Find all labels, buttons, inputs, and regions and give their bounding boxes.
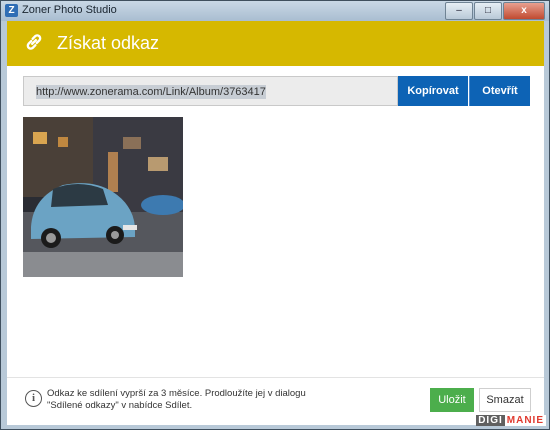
window-titlebar[interactable]: Z Zoner Photo Studio – □ x bbox=[1, 1, 549, 21]
close-button[interactable]: x bbox=[503, 2, 545, 20]
open-button[interactable]: Otevřít bbox=[469, 76, 530, 106]
thumb-window bbox=[33, 132, 47, 144]
thumb-car-hubcap bbox=[46, 233, 56, 243]
thumb-sidewalk bbox=[23, 252, 183, 277]
minimize-button[interactable]: – bbox=[445, 2, 473, 20]
digimanie-watermark: DIGI MANIE bbox=[476, 415, 546, 426]
link-url-text: http://www.zonerama.com/Link/Album/37634… bbox=[36, 85, 266, 99]
get-link-dialog: Získat odkaz http://www.zonerama.com/Lin… bbox=[7, 21, 544, 425]
album-thumbnail[interactable] bbox=[23, 117, 183, 277]
watermark-part: MANIE bbox=[504, 415, 546, 426]
thumb-car-background bbox=[141, 195, 183, 215]
expiry-info-line: "Sdílené odkazy" v nabídce Sdílet. bbox=[47, 400, 193, 411]
link-url-field[interactable]: http://www.zonerama.com/Link/Album/37634… bbox=[23, 76, 398, 106]
dialog-title: Získat odkaz bbox=[57, 33, 160, 53]
delete-button[interactable]: Smazat bbox=[479, 388, 531, 412]
link-icon bbox=[26, 34, 42, 50]
info-icon: i bbox=[25, 390, 42, 407]
expiry-info-text: Odkaz ke sdílení vyprší za 3 měsíce. Pro… bbox=[47, 388, 317, 412]
thumb-car-plate bbox=[123, 225, 137, 230]
thumb-lamp bbox=[108, 152, 118, 192]
window-controls: – □ x bbox=[444, 2, 545, 20]
copy-button[interactable]: Kopírovat bbox=[398, 76, 468, 106]
maximize-button[interactable]: □ bbox=[474, 2, 502, 20]
thumb-window bbox=[123, 137, 141, 149]
url-row: http://www.zonerama.com/Link/Album/37634… bbox=[23, 76, 530, 106]
dialog-footer: i Odkaz ke sdílení vyprší za 3 měsíce. P… bbox=[7, 377, 544, 425]
thumb-window bbox=[148, 157, 168, 171]
save-button[interactable]: Uložit bbox=[430, 388, 474, 412]
dialog-header: Získat odkaz bbox=[7, 21, 544, 66]
thumb-car-hubcap bbox=[111, 231, 119, 239]
zoner-app-icon: Z bbox=[5, 4, 18, 17]
watermark-part: DIGI bbox=[476, 415, 505, 426]
expiry-info-line: Odkaz ke sdílení vyprší za 3 měsíce. Pro… bbox=[47, 388, 306, 399]
thumb-window bbox=[58, 137, 68, 147]
app-window: Z Zoner Photo Studio – □ x Získat odkaz … bbox=[0, 0, 550, 430]
window-title: Zoner Photo Studio bbox=[22, 4, 117, 16]
